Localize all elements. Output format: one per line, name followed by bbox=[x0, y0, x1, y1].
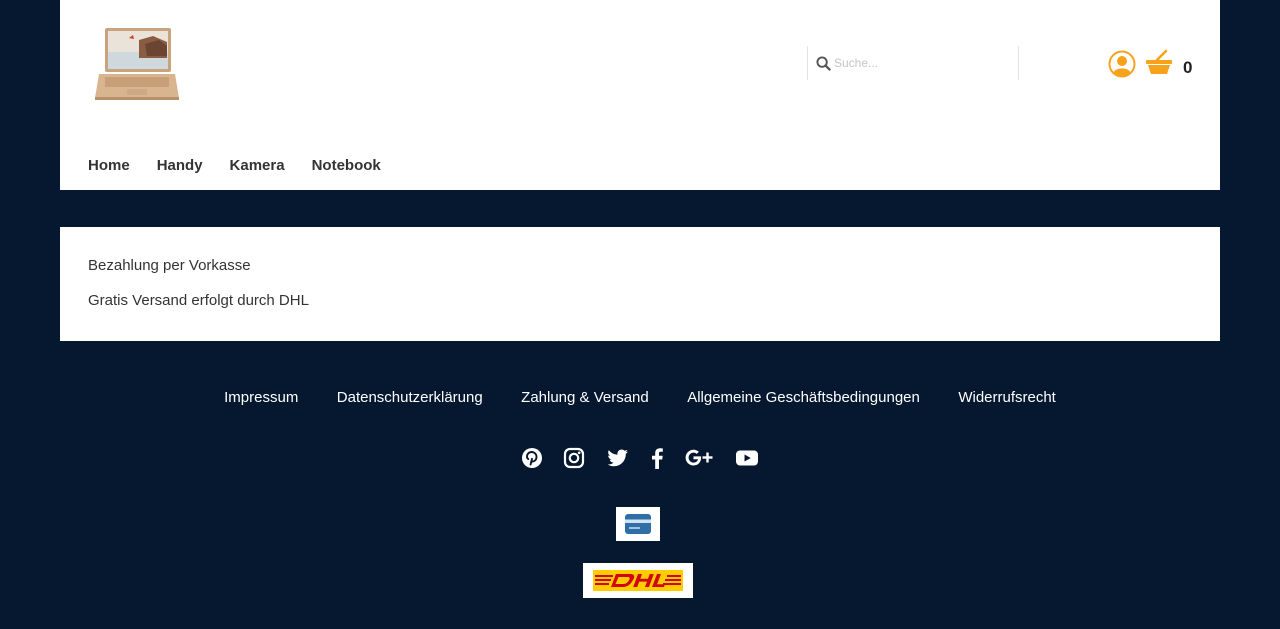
twitter-icon[interactable] bbox=[606, 447, 630, 474]
shopping-basket-icon[interactable] bbox=[1145, 48, 1173, 76]
footer-link-agb[interactable]: Allgemeine Geschäftsbedingungen bbox=[687, 389, 920, 406]
footer-link-impressum[interactable]: Impressum bbox=[224, 389, 298, 406]
user-account-icon[interactable] bbox=[1108, 50, 1136, 78]
cart-count-badge: 0 bbox=[1183, 58, 1193, 77]
footer-link-datenschutz[interactable]: Datenschutzerklärung bbox=[337, 389, 483, 406]
site-header: 0 Home Handy Kamera Notebook bbox=[60, 0, 1220, 190]
shipping-info-text: Gratis Versand erfolgt durch DHL bbox=[88, 292, 309, 309]
nav-item-kamera[interactable]: Kamera bbox=[230, 157, 285, 174]
pinterest-icon[interactable] bbox=[521, 447, 543, 474]
nav-item-notebook[interactable]: Notebook bbox=[312, 157, 381, 174]
facebook-icon[interactable] bbox=[650, 447, 664, 474]
instagram-icon[interactable] bbox=[563, 447, 585, 474]
footer-link-zahlung-versand[interactable]: Zahlung & Versand bbox=[521, 389, 649, 406]
footer-links: Impressum Datenschutzerklärung Zahlung &… bbox=[0, 389, 1280, 407]
youtube-icon[interactable] bbox=[735, 447, 759, 474]
search-box bbox=[807, 46, 1019, 80]
laptop-logo[interactable] bbox=[95, 26, 179, 102]
nav-item-handy[interactable]: Handy bbox=[157, 157, 203, 174]
footer-link-widerrufsrecht[interactable]: Widerrufsrecht bbox=[958, 389, 1056, 406]
payment-info-text: Bezahlung per Vorkasse bbox=[88, 257, 251, 274]
dhl-logo bbox=[583, 563, 693, 598]
main-navigation: Home Handy Kamera Notebook bbox=[88, 157, 408, 177]
search-icon[interactable] bbox=[816, 56, 831, 71]
google-plus-icon[interactable] bbox=[685, 447, 715, 474]
info-panel: Bezahlung per Vorkasse Gratis Versand er… bbox=[60, 227, 1220, 341]
social-icons bbox=[0, 447, 1280, 474]
search-input[interactable] bbox=[834, 54, 1004, 72]
nav-item-home[interactable]: Home bbox=[88, 157, 130, 174]
credit-card-icon bbox=[616, 507, 660, 541]
